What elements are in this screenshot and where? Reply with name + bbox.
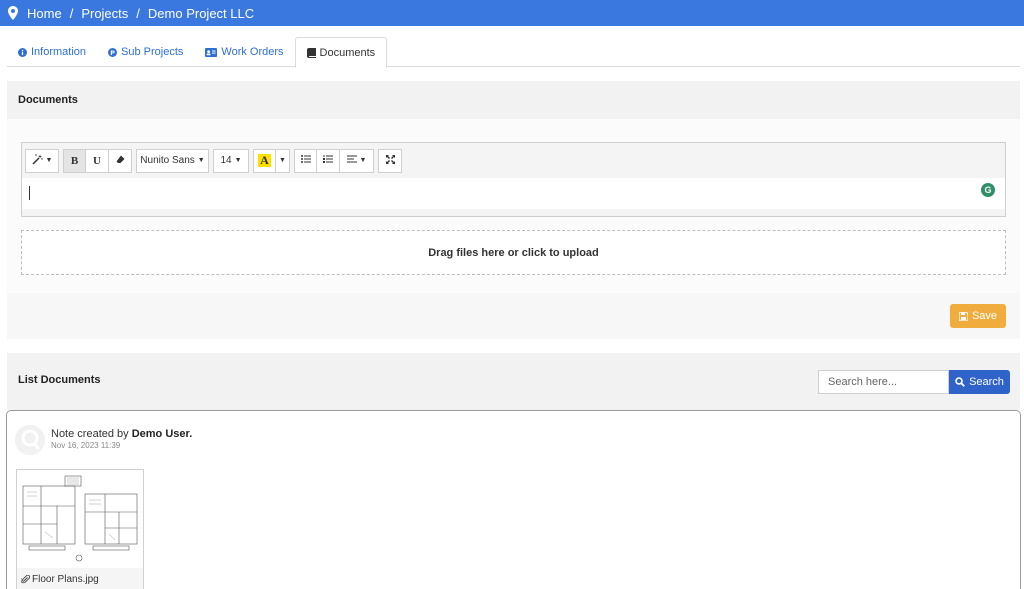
attachment-tile[interactable]: Floor Plans.jpg bbox=[16, 469, 144, 589]
magic-wand-icon bbox=[32, 153, 43, 168]
chevron-down-icon: ▼ bbox=[197, 157, 205, 164]
search-input[interactable] bbox=[818, 370, 949, 394]
paperclip-icon bbox=[21, 574, 30, 584]
user-placeholder-icon bbox=[15, 425, 45, 455]
expand-icon bbox=[385, 154, 395, 167]
note-author-line: Note created by Demo User. bbox=[51, 428, 192, 440]
color-dropdown-button[interactable]: ▼ bbox=[276, 148, 290, 173]
avatar bbox=[15, 425, 45, 455]
chevron-down-icon: ▼ bbox=[234, 157, 242, 164]
rich-text-editor: ▼ B U Nunito Sans ▼ 14 ▼ A ▼ ▼ G bbox=[21, 142, 1006, 217]
underline-button[interactable]: U bbox=[86, 148, 109, 173]
search-button[interactable]: Search bbox=[949, 370, 1010, 394]
breadcrumb-current: Demo Project LLC bbox=[147, 5, 255, 21]
clear-format-button[interactable] bbox=[109, 148, 132, 173]
id-card-icon bbox=[205, 47, 218, 57]
p-circle-icon: P bbox=[108, 47, 118, 57]
svg-text:P: P bbox=[110, 49, 115, 56]
note-timestamp: Nov 16, 2023 11:39 bbox=[51, 441, 121, 450]
align-dropdown[interactable]: ▼ bbox=[340, 148, 374, 173]
grammarly-icon[interactable]: G bbox=[981, 183, 995, 197]
save-label: Save bbox=[971, 310, 998, 322]
tab-work-orders[interactable]: Work Orders bbox=[194, 37, 294, 67]
breadcrumb-separator: / bbox=[136, 5, 140, 21]
note-author: Demo User. bbox=[131, 428, 193, 440]
search-icon bbox=[955, 377, 965, 387]
info-circle-icon bbox=[18, 47, 27, 57]
tab-sub-projects[interactable]: P Sub Projects bbox=[97, 37, 194, 67]
list-documents-title: List Documents bbox=[18, 374, 101, 386]
breadcrumb-home[interactable]: Home bbox=[27, 6, 62, 21]
tab-label: Sub Projects bbox=[121, 46, 184, 58]
book-icon bbox=[306, 47, 316, 58]
tab-label: Documents bbox=[319, 46, 376, 59]
paragraph-group: ▼ bbox=[294, 148, 374, 173]
tab-label: Information bbox=[31, 46, 87, 58]
unordered-list-button[interactable] bbox=[294, 148, 317, 173]
tab-bar: Information P Sub Projects Work Orders D… bbox=[7, 37, 1020, 68]
highlight-letter-icon: A bbox=[258, 153, 271, 167]
font-size-dropdown[interactable]: 14 ▼ bbox=[213, 148, 249, 173]
align-left-icon bbox=[346, 155, 357, 166]
documents-panel: Documents ▼ B U Nunito Sans ▼ 14 ▼ A ▼ ▼… bbox=[7, 81, 1020, 339]
documents-body: ▼ B U Nunito Sans ▼ 14 ▼ A ▼ ▼ G Drag fi… bbox=[7, 119, 1020, 293]
file-dropzone[interactable]: Drag files here or click to upload bbox=[21, 230, 1006, 275]
chevron-down-icon: ▼ bbox=[359, 157, 367, 164]
bullet-list-icon bbox=[300, 155, 311, 166]
fullscreen-button[interactable] bbox=[378, 148, 402, 173]
attachment-caption[interactable]: Floor Plans.jpg bbox=[17, 568, 143, 589]
breadcrumb-projects[interactable]: Projects bbox=[81, 6, 128, 21]
eraser-icon bbox=[116, 155, 125, 167]
style-magic-button[interactable]: ▼ bbox=[25, 148, 59, 173]
font-family-value: Nunito Sans bbox=[140, 155, 195, 166]
numbered-list-icon bbox=[323, 155, 333, 166]
editor-text-area[interactable]: G bbox=[22, 178, 1005, 209]
tab-documents[interactable]: Documents bbox=[294, 37, 388, 68]
editor-toolbar: ▼ B U Nunito Sans ▼ 14 ▼ A ▼ ▼ bbox=[22, 143, 1005, 178]
attachment-filename: Floor Plans.jpg bbox=[32, 573, 99, 585]
text-cursor bbox=[29, 186, 30, 200]
ordered-list-button[interactable] bbox=[317, 148, 340, 173]
font-size-value: 14 bbox=[220, 155, 232, 166]
note-prefix: Note created by bbox=[51, 428, 132, 440]
location-pin-icon bbox=[8, 6, 18, 20]
chevron-down-icon: ▼ bbox=[45, 157, 53, 164]
note-card: Note created by Demo User. Nov 16, 2023 … bbox=[6, 410, 1021, 589]
chevron-down-icon: ▼ bbox=[279, 157, 286, 164]
floppy-disk-icon bbox=[958, 311, 968, 321]
breadcrumb-bar: Home / Projects / Demo Project LLC bbox=[0, 0, 1024, 26]
bold-button[interactable]: B bbox=[63, 148, 86, 173]
documents-title: Documents bbox=[7, 81, 1020, 119]
highlight-color-button[interactable]: A bbox=[253, 148, 276, 173]
format-group: B U bbox=[63, 148, 132, 173]
floor-plan-thumbnail[interactable] bbox=[19, 472, 141, 566]
color-group: A ▼ bbox=[253, 148, 290, 173]
tab-label: Work Orders bbox=[221, 46, 284, 58]
font-family-dropdown[interactable]: Nunito Sans ▼ bbox=[136, 148, 209, 173]
list-documents-panel: List Documents Search bbox=[7, 353, 1020, 410]
search-label: Search bbox=[969, 376, 1004, 388]
save-button[interactable]: Save bbox=[950, 304, 1006, 328]
breadcrumb-separator: / bbox=[69, 5, 74, 21]
tab-information[interactable]: Information bbox=[7, 37, 97, 67]
